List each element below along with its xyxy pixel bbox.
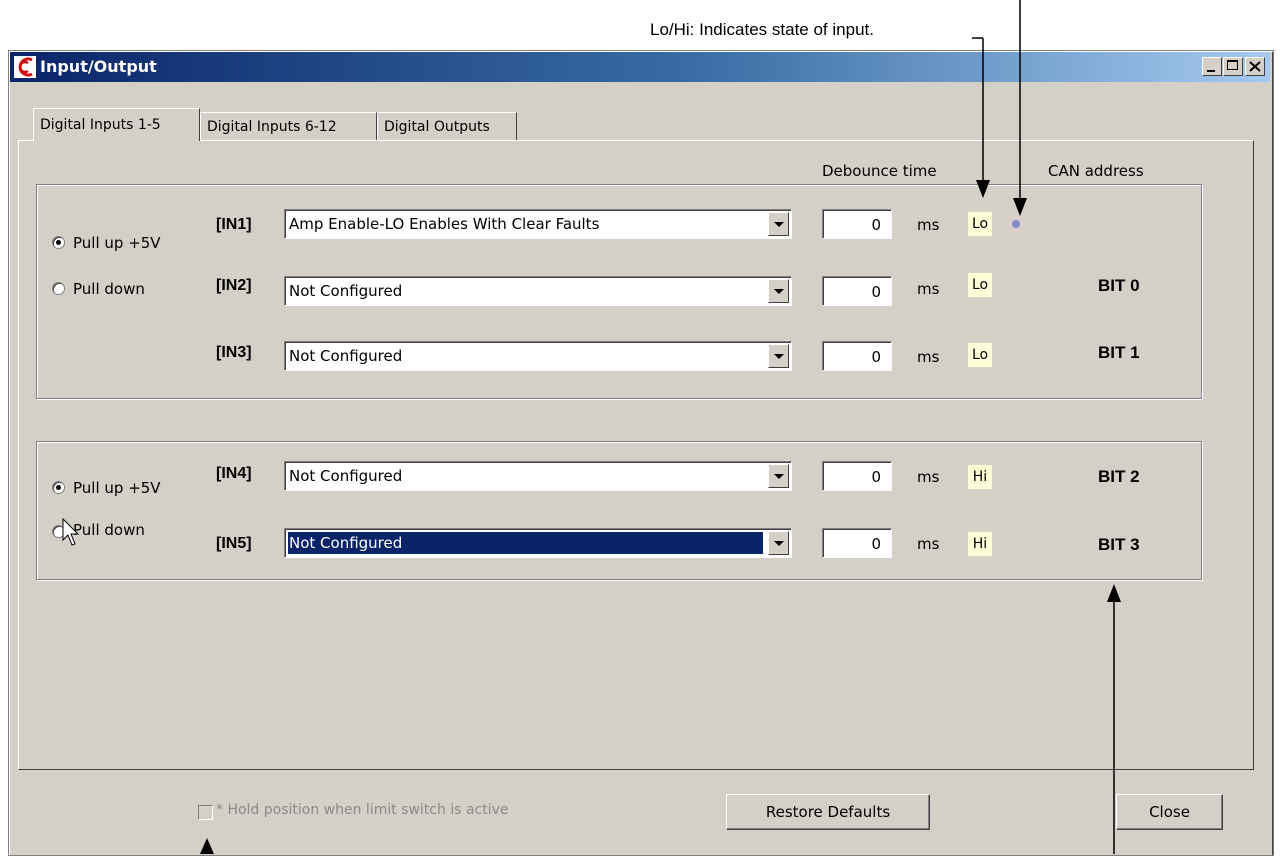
arrow-to-can-bit [1107,584,1121,854]
arrow-to-status-dot [1013,0,1027,216]
arrow-to-hold-checkbox [200,838,214,854]
arrow-to-state-indicator [972,37,990,198]
tab-digital-inputs-1-5[interactable]: Digital Inputs 1-5 [33,108,200,141]
